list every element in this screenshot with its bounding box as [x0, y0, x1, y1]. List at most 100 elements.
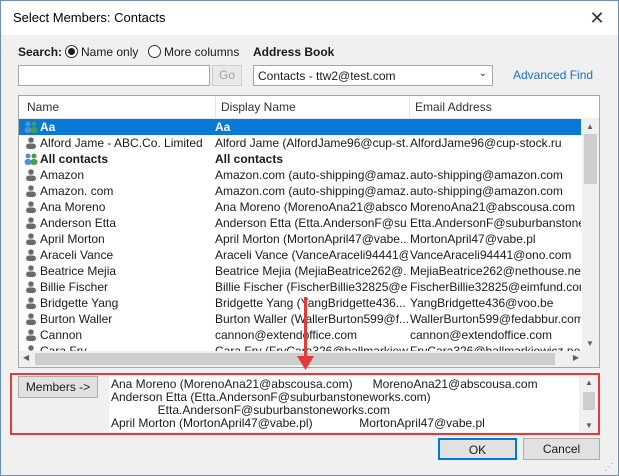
cell-name: Burton Waller — [40, 312, 113, 326]
cell-name: Ana Moreno — [40, 200, 106, 214]
table-row[interactable]: Cannon cannon@extendoffice.com cannon@exte… — [19, 327, 581, 343]
table-header: Name Display Name Email Address — [19, 96, 599, 119]
cell-name: Anderson Etta — [40, 216, 117, 230]
radio-name-only-label: Name only — [81, 45, 139, 59]
radio-more-columns[interactable] — [148, 45, 161, 58]
cell-display: Anderson Etta (Etta.AndersonF@su... — [215, 216, 408, 230]
annotation-arrow-line — [304, 297, 307, 359]
cancel-button[interactable]: Cancel — [523, 438, 600, 460]
cell-email: auto-shipping@amazon.com — [410, 184, 563, 198]
cell-email: MorenoAna21@abscousa.com — [410, 200, 575, 214]
person-icon — [24, 233, 38, 245]
group-icon — [24, 121, 38, 133]
cell-name: Amazon. com — [40, 184, 114, 198]
search-input[interactable] — [18, 65, 210, 86]
members-scrollbar[interactable]: ▲ ▼ — [581, 376, 597, 432]
members-field[interactable]: Ana Moreno (MorenoAna21@abscousa.com) Mo… — [109, 376, 579, 432]
cell-display: Ana Moreno (MorenoAna21@absco... — [215, 200, 408, 214]
go-button[interactable]: Go — [212, 65, 242, 86]
members-scroll-up-icon[interactable]: ▲ — [585, 378, 593, 387]
address-book-value: Contacts - ttw2@test.com — [258, 69, 396, 83]
cell-email: auto-shipping@amazon.com — [410, 168, 563, 182]
search-label: Search: — [18, 45, 63, 59]
address-book-label: Address Book — [253, 45, 335, 59]
scroll-thumb[interactable] — [584, 134, 597, 184]
cell-email: MejiaBeatrice262@nethouse.net — [410, 264, 581, 278]
person-icon — [24, 281, 38, 293]
cell-display: Amazon.com (auto-shipping@amaz... — [215, 168, 408, 182]
cell-display: April Morton (MortonApril47@vabe... — [215, 232, 408, 246]
cell-name: Alford Jame - ABC.Co. Limited — [40, 136, 203, 150]
cell-display: Alford Jame (AlfordJame96@cup-st... — [215, 136, 408, 150]
table-row[interactable]: All contacts All contacts — [19, 151, 581, 167]
members-scroll-thumb[interactable] — [583, 392, 595, 410]
cell-email: cannon@extendoffice.com — [410, 328, 553, 342]
cell-email: MortonApril47@vabe.pl — [410, 232, 536, 246]
table-row[interactable]: Amazon. com Amazon.com (auto-shipping@ama… — [19, 183, 581, 199]
vertical-scrollbar[interactable]: ▲ ▼ — [582, 118, 599, 352]
column-header-display-name[interactable]: Display Name — [221, 100, 296, 114]
table-row[interactable]: Araceli Vance Araceli Vance (VanceAraceli… — [19, 247, 581, 263]
table-row[interactable]: Aa Aa — [19, 119, 581, 135]
person-icon — [24, 297, 38, 309]
scroll-right-icon[interactable]: ▶ — [573, 353, 579, 362]
scroll-down-icon[interactable]: ▼ — [586, 339, 594, 348]
cell-email: WallerBurton599@fedabbur.com — [410, 312, 581, 326]
scroll-left-icon[interactable]: ◀ — [23, 353, 29, 362]
column-header-email[interactable]: Email Address — [415, 100, 492, 114]
cell-name: Bridgette Yang — [40, 296, 119, 310]
cell-name: Aa — [40, 120, 56, 134]
cell-display: Bridgette Yang (YangBridgette436... — [215, 296, 406, 310]
cell-display: Araceli Vance (VanceAraceli94441@... — [215, 248, 408, 262]
person-icon — [24, 249, 38, 261]
table-row[interactable]: Anderson Etta Anderson Etta (Etta.Anderso… — [19, 215, 581, 231]
person-icon — [24, 265, 38, 277]
cell-name: All contacts — [40, 152, 109, 166]
ok-button[interactable]: OK — [438, 438, 517, 460]
cell-email: Etta.AndersonF@suburbanstonew — [410, 216, 581, 230]
table-row[interactable]: Bridgette Yang Bridgette Yang (YangBridge… — [19, 295, 581, 311]
cell-email: VanceAraceli94441@ono.com — [410, 248, 572, 262]
table-row[interactable]: Burton Waller Burton Waller (WallerBurton… — [19, 311, 581, 327]
table-row[interactable]: Amazon Amazon.com (auto-shipping@amaz... a… — [19, 167, 581, 183]
members-button[interactable]: Members -> — [18, 376, 98, 398]
annotation-arrow-icon — [297, 356, 314, 370]
cell-display: Aa — [215, 120, 231, 134]
cell-name: Amazon — [40, 168, 85, 182]
person-icon — [24, 313, 38, 325]
table-row[interactable]: Alford Jame - ABC.Co. Limited Alford Jame… — [19, 135, 581, 151]
person-icon — [24, 169, 38, 181]
cell-email: YangBridgette436@voo.be — [410, 296, 554, 310]
cell-display: All contacts — [215, 152, 284, 166]
group-icon — [24, 153, 38, 165]
cell-name: Araceli Vance — [40, 248, 114, 262]
cell-display: Amazon.com (auto-shipping@amaz... — [215, 184, 408, 198]
close-icon[interactable]: ✕ — [586, 7, 608, 29]
table-row[interactable]: April Morton April Morton (MortonApril47@… — [19, 231, 581, 247]
person-icon — [24, 185, 38, 197]
resize-grip-icon[interactable]: ⋰ — [604, 462, 614, 473]
cell-email: AlfordJame96@cup-stock.ru — [410, 136, 562, 150]
cell-display: Burton Waller (WallerBurton599@f... — [215, 312, 408, 326]
cell-display: cannon@extendoffice.com — [215, 328, 358, 342]
horizontal-scroll-thumb[interactable] — [35, 353, 555, 365]
table-row[interactable]: Ana Moreno Ana Moreno (MorenoAna21@absco.… — [19, 199, 581, 215]
person-icon — [24, 201, 38, 213]
chevron-down-icon: ⌄ — [478, 68, 487, 79]
person-icon — [24, 137, 38, 149]
select-members-dialog: Select Members: Contacts ✕ Search: Name … — [0, 0, 619, 476]
table-row[interactable]: Billie Fischer Billie Fischer (FischerBil… — [19, 279, 581, 295]
person-icon — [24, 329, 38, 341]
person-icon — [24, 217, 38, 229]
cell-name: April Morton — [40, 232, 105, 246]
radio-name-only[interactable] — [65, 45, 78, 58]
address-book-select[interactable]: Contacts - ttw2@test.com ⌄ — [253, 65, 493, 86]
cell-display: Billie Fischer (FischerBillie32825@e... — [215, 280, 408, 294]
scroll-up-icon[interactable]: ▲ — [586, 122, 594, 131]
advanced-find-link[interactable]: Advanced Find — [513, 68, 593, 82]
members-scroll-down-icon[interactable]: ▼ — [585, 421, 593, 430]
column-header-name[interactable]: Name — [27, 100, 59, 114]
cell-name: Beatrice Mejia — [40, 264, 117, 278]
table-row[interactable]: Beatrice Mejia Beatrice Mejia (MejiaBeatr… — [19, 263, 581, 279]
cell-display: Beatrice Mejia (MejiaBeatrice262@... — [215, 264, 408, 278]
